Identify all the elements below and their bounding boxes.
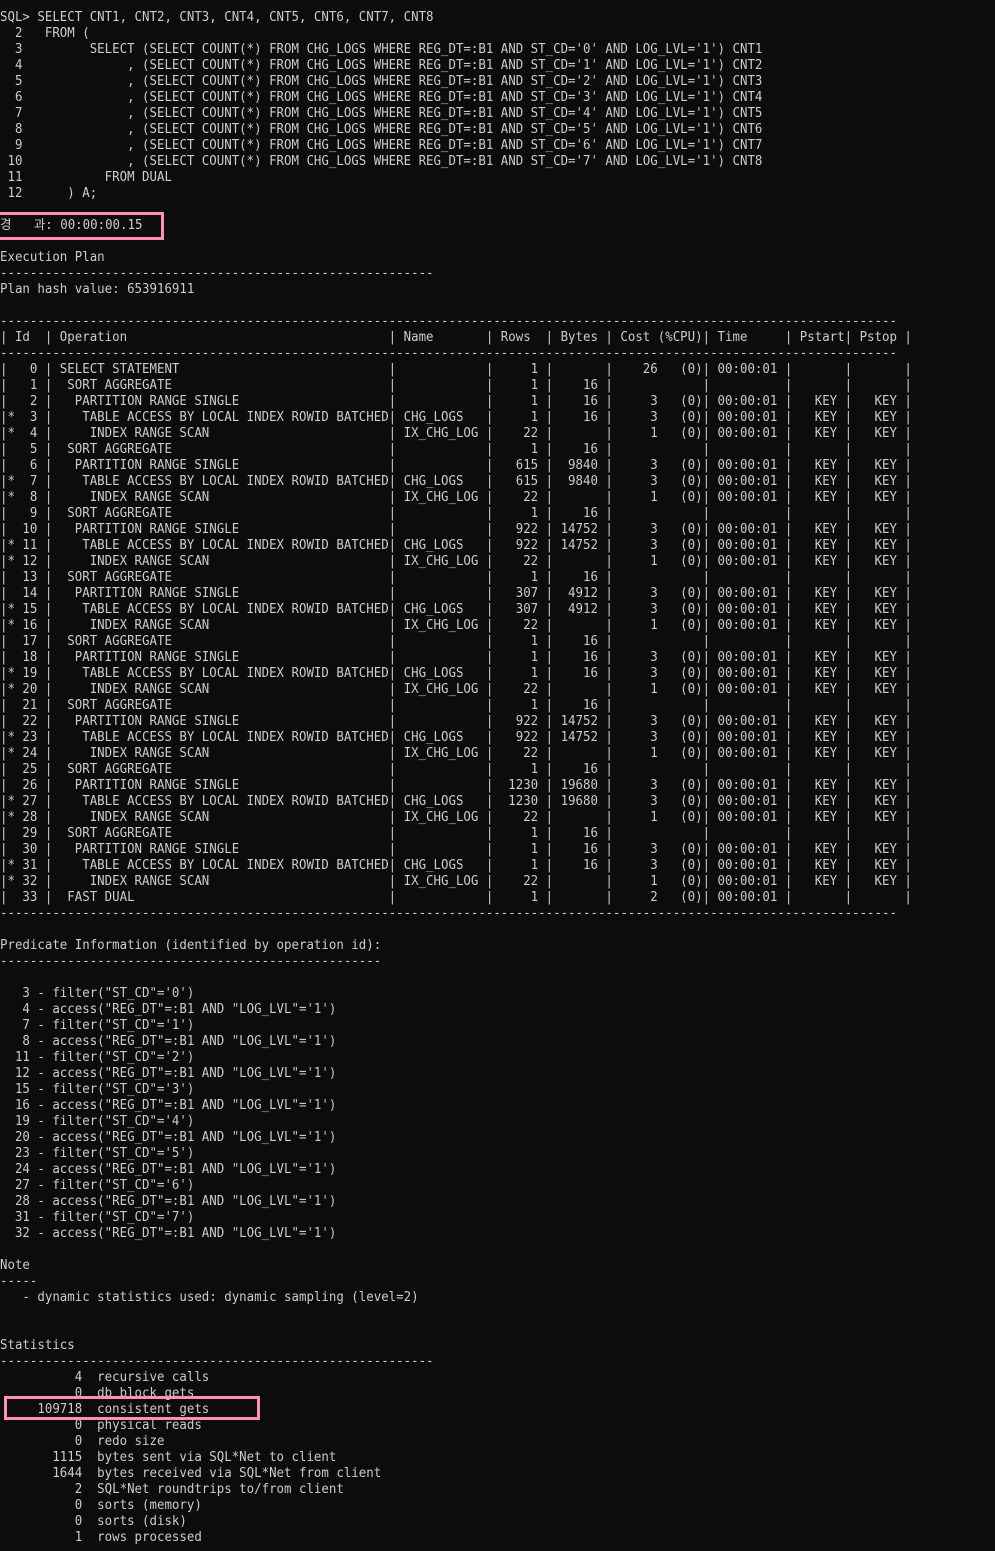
- terminal-line: | 21 | SORT AGGREGATE | | 1 | 16 | | | |…: [0, 698, 912, 713]
- terminal-line: |* 12 | INDEX RANGE SCAN | IX_CHG_LOG | …: [0, 554, 912, 569]
- terminal-line: 16 - access("REG_DT"=:B1 AND "LOG_LVL"='…: [0, 1098, 337, 1113]
- terminal-line: | 9 | SORT AGGREGATE | | 1 | 16 | | | | …: [0, 506, 912, 521]
- terminal-line: |* 16 | INDEX RANGE SCAN | IX_CHG_LOG | …: [0, 618, 912, 633]
- terminal-line: -----: [0, 1274, 38, 1289]
- terminal-line: 2 SQL*Net roundtrips to/from client: [0, 1482, 344, 1497]
- terminal-line: Note: [0, 1258, 30, 1273]
- terminal-line: ----------------------------------------…: [0, 954, 382, 969]
- terminal-line: | 17 | SORT AGGREGATE | | 1 | 16 | | | |…: [0, 634, 912, 649]
- terminal-line: |* 4 | INDEX RANGE SCAN | IX_CHG_LOG | 2…: [0, 426, 912, 441]
- terminal-line: |* 3 | TABLE ACCESS BY LOCAL INDEX ROWID…: [0, 410, 912, 425]
- terminal-line: 12 - access("REG_DT"=:B1 AND "LOG_LVL"='…: [0, 1066, 337, 1081]
- terminal-line: 19 - filter("ST_CD"='4'): [0, 1114, 195, 1129]
- terminal-line: 24 - access("REG_DT"=:B1 AND "LOG_LVL"='…: [0, 1162, 337, 1177]
- terminal-line: ----------------------------------------…: [0, 1354, 434, 1369]
- terminal-line: SQL> SELECT CNT1, CNT2, CNT3, CNT4, CNT5…: [0, 10, 434, 25]
- terminal-line: |* 7 | TABLE ACCESS BY LOCAL INDEX ROWID…: [0, 474, 912, 489]
- terminal-line: 5 , (SELECT COUNT(*) FROM CHG_LOGS WHERE…: [0, 74, 763, 89]
- terminal-line: |* 32 | INDEX RANGE SCAN | IX_CHG_LOG | …: [0, 874, 912, 889]
- terminal-line: | 0 | SELECT STATEMENT | | 1 | | 26 (0)|…: [0, 362, 912, 377]
- terminal-line: | 26 | PARTITION RANGE SINGLE | | 1230 |…: [0, 778, 912, 793]
- terminal-line: 27 - filter("ST_CD"='6'): [0, 1178, 195, 1193]
- terminal-line: 23 - filter("ST_CD"='5'): [0, 1146, 195, 1161]
- terminal-line: 4 , (SELECT COUNT(*) FROM CHG_LOGS WHERE…: [0, 58, 763, 73]
- terminal-line: 2 FROM (: [0, 26, 90, 41]
- terminal-line: ----------------------------------------…: [0, 906, 897, 921]
- terminal-line: | 22 | PARTITION RANGE SINGLE | | 922 | …: [0, 714, 912, 729]
- terminal-line: 11 - filter("ST_CD"='2'): [0, 1050, 195, 1065]
- terminal-line: 4 recursive calls: [0, 1370, 210, 1385]
- terminal-line: |* 24 | INDEX RANGE SCAN | IX_CHG_LOG | …: [0, 746, 912, 761]
- terminal-line: 0 redo size: [0, 1434, 165, 1449]
- terminal-line: ----------------------------------------…: [0, 266, 434, 281]
- terminal-line: ----------------------------------------…: [0, 346, 897, 361]
- terminal-line: 0 physical reads: [0, 1418, 202, 1433]
- terminal-line: | 18 | PARTITION RANGE SINGLE | | 1 | 16…: [0, 650, 912, 665]
- terminal-line: |* 15 | TABLE ACCESS BY LOCAL INDEX ROWI…: [0, 602, 912, 617]
- terminal-line: Execution Plan: [0, 250, 105, 265]
- terminal-line: |* 19 | TABLE ACCESS BY LOCAL INDEX ROWI…: [0, 666, 912, 681]
- terminal-line: 0 sorts (memory): [0, 1498, 202, 1513]
- terminal-line: |* 20 | INDEX RANGE SCAN | IX_CHG_LOG | …: [0, 682, 912, 697]
- terminal-line: | 6 | PARTITION RANGE SINGLE | | 615 | 9…: [0, 458, 912, 473]
- terminal-line: 0 db block gets: [0, 1386, 195, 1401]
- terminal-line: 9 , (SELECT COUNT(*) FROM CHG_LOGS WHERE…: [0, 138, 763, 153]
- terminal-line: |* 11 | TABLE ACCESS BY LOCAL INDEX ROWI…: [0, 538, 912, 553]
- terminal-line: |* 31 | TABLE ACCESS BY LOCAL INDEX ROWI…: [0, 858, 912, 873]
- terminal-line: | 10 | PARTITION RANGE SINGLE | | 922 | …: [0, 522, 912, 537]
- terminal-line: 7 - filter("ST_CD"='1'): [0, 1018, 195, 1033]
- terminal-line: Statistics: [0, 1338, 75, 1353]
- terminal-line: |* 27 | TABLE ACCESS BY LOCAL INDEX ROWI…: [0, 794, 912, 809]
- terminal-line: 1115 bytes sent via SQL*Net to client: [0, 1450, 337, 1465]
- terminal-line: 31 - filter("ST_CD"='7'): [0, 1210, 195, 1225]
- terminal-line: 경 과: 00:00:00.15: [0, 218, 143, 233]
- terminal-line: | 30 | PARTITION RANGE SINGLE | | 1 | 16…: [0, 842, 912, 857]
- terminal-line: | Id | Operation | Name | Rows | Bytes |…: [0, 330, 912, 345]
- terminal-line: 28 - access("REG_DT"=:B1 AND "LOG_LVL"='…: [0, 1194, 337, 1209]
- terminal-line: | 1 | SORT AGGREGATE | | 1 | 16 | | | | …: [0, 378, 912, 393]
- terminal-line: 32 - access("REG_DT"=:B1 AND "LOG_LVL"='…: [0, 1226, 337, 1241]
- terminal-line: 8 , (SELECT COUNT(*) FROM CHG_LOGS WHERE…: [0, 122, 763, 137]
- terminal-line: 20 - access("REG_DT"=:B1 AND "LOG_LVL"='…: [0, 1130, 337, 1145]
- terminal-line: 6 , (SELECT COUNT(*) FROM CHG_LOGS WHERE…: [0, 90, 763, 105]
- terminal-line: |* 8 | INDEX RANGE SCAN | IX_CHG_LOG | 2…: [0, 490, 912, 505]
- terminal-line: 1644 bytes received via SQL*Net from cli…: [0, 1466, 382, 1481]
- terminal-line: 4 - access("REG_DT"=:B1 AND "LOG_LVL"='1…: [0, 1002, 337, 1017]
- terminal-line: |* 23 | TABLE ACCESS BY LOCAL INDEX ROWI…: [0, 730, 912, 745]
- terminal-line: | 25 | SORT AGGREGATE | | 1 | 16 | | | |…: [0, 762, 912, 777]
- terminal-line: 1 rows processed: [0, 1530, 202, 1545]
- terminal-line: | 2 | PARTITION RANGE SINGLE | | 1 | 16 …: [0, 394, 912, 409]
- terminal-line: 12 ) A;: [0, 186, 98, 201]
- terminal-line: 11 FROM DUAL: [0, 170, 172, 185]
- terminal-line: 7 , (SELECT COUNT(*) FROM CHG_LOGS WHERE…: [0, 106, 763, 121]
- terminal-line: | 13 | SORT AGGREGATE | | 1 | 16 | | | |…: [0, 570, 912, 585]
- terminal-line: 3 - filter("ST_CD"='0'): [0, 986, 195, 1001]
- terminal-line: Plan hash value: 653916911: [0, 282, 195, 297]
- terminal-line: 3 SELECT (SELECT COUNT(*) FROM CHG_LOGS …: [0, 42, 763, 57]
- terminal-line: ----------------------------------------…: [0, 314, 897, 329]
- terminal-line: 10 , (SELECT COUNT(*) FROM CHG_LOGS WHER…: [0, 154, 763, 169]
- terminal-line: - dynamic statistics used: dynamic sampl…: [0, 1290, 419, 1305]
- terminal-line: | 33 | FAST DUAL | | 1 | | 2 (0)| 00:00:…: [0, 890, 912, 905]
- terminal-line: 8 - access("REG_DT"=:B1 AND "LOG_LVL"='1…: [0, 1034, 337, 1049]
- terminal-line: | 29 | SORT AGGREGATE | | 1 | 16 | | | |…: [0, 826, 912, 841]
- terminal-line: 109718 consistent gets: [0, 1402, 210, 1417]
- terminal-line: | 5 | SORT AGGREGATE | | 1 | 16 | | | | …: [0, 442, 912, 457]
- terminal-line: 15 - filter("ST_CD"='3'): [0, 1082, 195, 1097]
- terminal-output: SQL> SELECT CNT1, CNT2, CNT3, CNT4, CNT5…: [0, 10, 995, 1546]
- terminal-line: |* 28 | INDEX RANGE SCAN | IX_CHG_LOG | …: [0, 810, 912, 825]
- terminal-line: Predicate Information (identified by ope…: [0, 938, 382, 953]
- terminal-line: 0 sorts (disk): [0, 1514, 187, 1529]
- terminal-line: | 14 | PARTITION RANGE SINGLE | | 307 | …: [0, 586, 912, 601]
